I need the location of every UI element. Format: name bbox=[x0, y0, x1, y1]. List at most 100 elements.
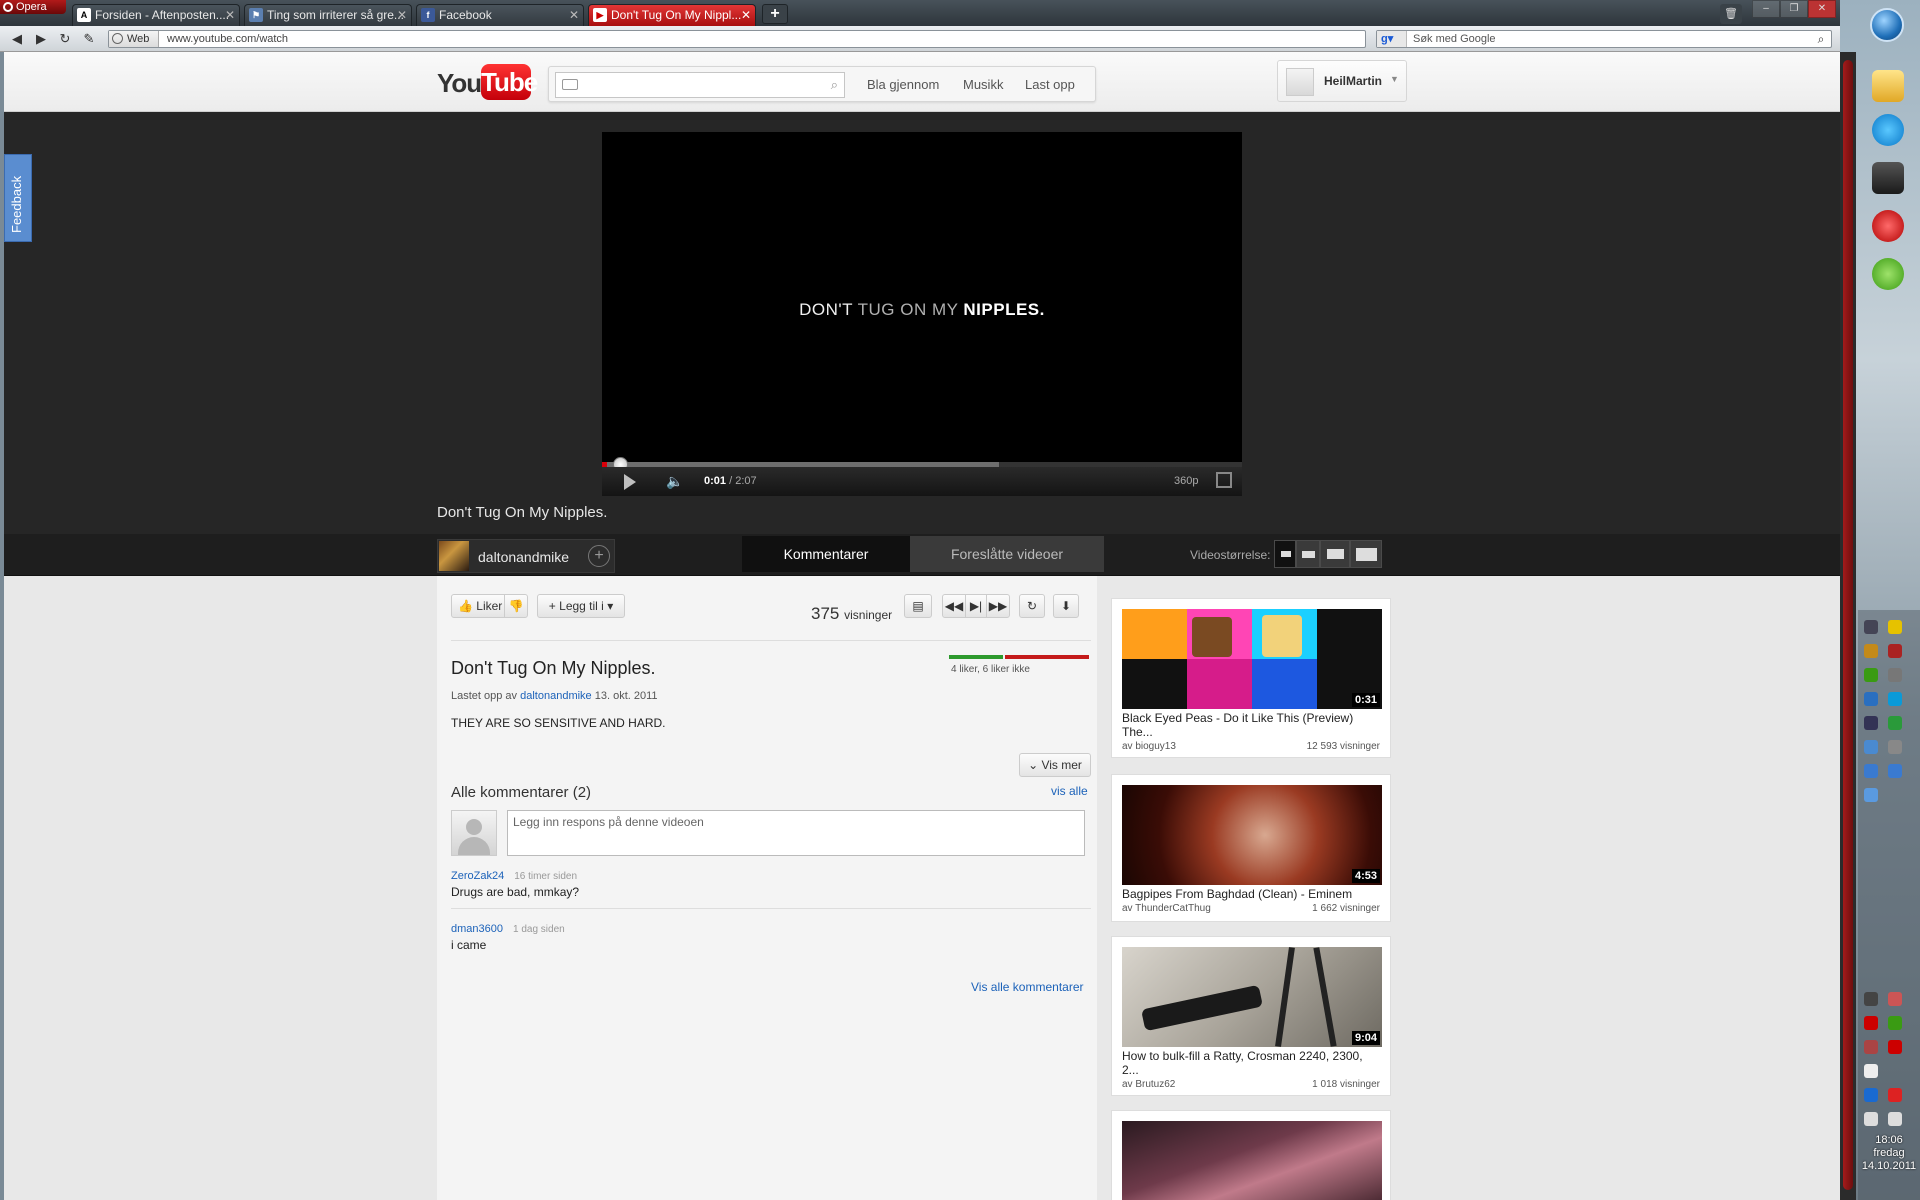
uploader-link[interactable]: daltonandmike bbox=[520, 690, 592, 702]
opera-menu-button[interactable]: Opera bbox=[0, 0, 66, 14]
tray-icon[interactable] bbox=[1864, 668, 1878, 682]
flag-icon[interactable] bbox=[1864, 1064, 1878, 1078]
browser-tab[interactable]: f Facebook ✕ bbox=[416, 4, 584, 26]
close-tab-icon[interactable]: ✕ bbox=[741, 5, 751, 25]
like-button[interactable]: 👍 Liker bbox=[451, 594, 505, 618]
comment-author[interactable]: ZeroZak24 bbox=[451, 870, 504, 882]
download-icon[interactable]: ⬇ bbox=[1053, 594, 1079, 618]
url-security-badge[interactable]: Web bbox=[109, 31, 159, 47]
steam-icon[interactable] bbox=[1872, 162, 1904, 194]
tray-icon[interactable] bbox=[1888, 764, 1902, 778]
show-more-button[interactable]: ⌄ Vis mer bbox=[1019, 753, 1091, 777]
suggested-video[interactable]: 4:53 Bagpipes From Baghdad (Clean) - Emi… bbox=[1111, 774, 1391, 922]
tray-icon[interactable] bbox=[1864, 692, 1878, 706]
back-icon[interactable]: ◀ bbox=[8, 30, 26, 48]
all-comments-link[interactable]: Vis alle kommentarer bbox=[971, 980, 1084, 994]
tray-icon[interactable] bbox=[1888, 992, 1902, 1006]
video-thumbnail[interactable]: 4:53 bbox=[1122, 785, 1382, 885]
reload-icon[interactable]: ↻ bbox=[56, 30, 74, 48]
keyboard-icon[interactable] bbox=[562, 79, 578, 90]
nav-browse-link[interactable]: Bla gjennom bbox=[867, 77, 939, 92]
tray-icon[interactable] bbox=[1888, 740, 1902, 754]
previous-icon[interactable]: ◀◀ bbox=[942, 594, 966, 618]
tray-icon[interactable] bbox=[1888, 716, 1902, 730]
google-search-field[interactable]: g▾ Søk med Google ⌕ bbox=[1376, 30, 1832, 48]
url-field[interactable]: Web www.youtube.com/watch bbox=[108, 30, 1366, 48]
tray-icon[interactable] bbox=[1864, 740, 1878, 754]
opera-mail-icon[interactable] bbox=[1872, 210, 1904, 242]
folder-icon[interactable] bbox=[1872, 70, 1904, 102]
tray-icon[interactable] bbox=[1888, 620, 1902, 634]
video-thumbnail[interactable] bbox=[1122, 1121, 1382, 1200]
suggested-video-title[interactable]: Black Eyed Peas - Do it Like This (Previ… bbox=[1122, 711, 1382, 739]
tray-icon[interactable] bbox=[1864, 1088, 1878, 1102]
skype-icon[interactable] bbox=[1872, 114, 1904, 146]
add-to-button[interactable]: + Legg til i ▾ bbox=[537, 594, 625, 618]
fast-forward-icon[interactable]: ▶▶ bbox=[986, 594, 1010, 618]
minimize-icon[interactable]: – bbox=[1752, 0, 1780, 18]
channel-name[interactable]: daltonandmike bbox=[478, 549, 569, 565]
video-thumbnail[interactable]: 0:31 bbox=[1122, 609, 1382, 709]
suggested-video[interactable]: 0:31 Black Eyed Peas - Do it Like This (… bbox=[1111, 598, 1391, 758]
suggested-video-title[interactable]: How to bulk-fill a Ratty, Crosman 2240, … bbox=[1122, 1049, 1382, 1077]
repeat-icon[interactable]: ↻ bbox=[1019, 594, 1045, 618]
new-tab-button[interactable]: + bbox=[762, 4, 788, 24]
comment-input[interactable] bbox=[507, 810, 1085, 856]
tray-icon[interactable] bbox=[1888, 1088, 1902, 1102]
close-tab-icon[interactable]: ✕ bbox=[397, 5, 407, 25]
tray-icon[interactable] bbox=[1864, 644, 1878, 658]
trash-icon[interactable]: 🗑 bbox=[1720, 4, 1742, 24]
google-icon[interactable]: g▾ bbox=[1377, 31, 1407, 47]
suggested-video[interactable]: 9:04 How to bulk-fill a Ratty, Crosman 2… bbox=[1111, 936, 1391, 1096]
nav-upload-link[interactable]: Last opp bbox=[1025, 77, 1075, 92]
tray-icon[interactable] bbox=[1864, 764, 1878, 778]
close-window-icon[interactable]: ✕ bbox=[1808, 0, 1836, 18]
tray-icon[interactable] bbox=[1888, 692, 1902, 706]
volume-icon[interactable]: 🔈 bbox=[666, 473, 683, 490]
tab-suggested-videos[interactable]: Foreslåtte videoer bbox=[910, 536, 1104, 572]
youtube-logo[interactable]: You Tube bbox=[437, 64, 538, 100]
tab-comments[interactable]: Kommentarer bbox=[742, 536, 910, 572]
dislike-button[interactable]: 👎 bbox=[504, 594, 528, 618]
nav-music-link[interactable]: Musikk bbox=[963, 77, 1003, 92]
tray-icon[interactable] bbox=[1864, 788, 1878, 802]
restore-icon[interactable]: ❐ bbox=[1780, 0, 1808, 18]
search-icon[interactable]: ⌕ bbox=[1813, 31, 1829, 47]
user-menu-button[interactable]: HeilMartin ▼ bbox=[1277, 60, 1407, 102]
video-thumbnail[interactable]: 9:04 bbox=[1122, 947, 1382, 1047]
fullscreen-icon[interactable] bbox=[1216, 472, 1232, 488]
youtube-search-input[interactable]: ⌕ bbox=[555, 72, 845, 98]
system-clock[interactable]: 18:06 fredag 14.10.2011 bbox=[1858, 1134, 1920, 1173]
windows-start-icon[interactable] bbox=[1870, 8, 1904, 42]
size-small-button[interactable] bbox=[1274, 540, 1296, 568]
tray-icon[interactable] bbox=[1864, 1040, 1878, 1054]
volume-icon[interactable] bbox=[1888, 1112, 1902, 1126]
next-track-icon[interactable]: ▶| bbox=[965, 594, 987, 618]
suggested-video-title[interactable]: Bagpipes From Baghdad (Clean) - Eminem bbox=[1122, 887, 1382, 901]
search-icon[interactable]: ⌕ bbox=[831, 77, 838, 93]
size-large-button[interactable] bbox=[1320, 540, 1350, 568]
forward-icon[interactable]: ▶ bbox=[32, 30, 50, 48]
comment-author[interactable]: dman3600 bbox=[451, 923, 503, 935]
see-all-comments-link[interactable]: vis alle bbox=[1051, 784, 1088, 798]
edit-icon[interactable]: ✎ bbox=[80, 30, 98, 48]
tray-icon[interactable] bbox=[1888, 1040, 1902, 1054]
close-tab-icon[interactable]: ✕ bbox=[569, 5, 579, 25]
tray-icon[interactable] bbox=[1888, 1016, 1902, 1030]
subscribe-plus-icon[interactable]: + bbox=[588, 545, 610, 567]
close-tab-icon[interactable]: ✕ bbox=[225, 5, 235, 25]
quality-button[interactable]: 360p bbox=[1174, 475, 1198, 487]
video-player[interactable]: DON'T TUG ON MY NIPPLES. 🔈 0:01 / 2:07 3… bbox=[602, 132, 1242, 496]
spotify-icon[interactable] bbox=[1872, 258, 1904, 290]
browser-tab[interactable]: A Forsiden - Aftenposten.... ✕ bbox=[72, 4, 240, 26]
feedback-button[interactable]: Feedback bbox=[4, 154, 32, 242]
play-icon[interactable] bbox=[624, 474, 636, 490]
scrollbar-thumb[interactable] bbox=[1843, 60, 1853, 1190]
tray-icon[interactable] bbox=[1888, 668, 1902, 682]
tray-icon[interactable] bbox=[1864, 1016, 1878, 1030]
tray-icon[interactable] bbox=[1864, 992, 1878, 1006]
browser-tab[interactable]: ⚑ Ting som irriterer så gre... ✕ bbox=[244, 4, 412, 26]
suggested-video[interactable] bbox=[1111, 1110, 1391, 1200]
playlist-icon[interactable]: ▤ bbox=[904, 594, 932, 618]
size-fill-button[interactable] bbox=[1350, 540, 1382, 568]
